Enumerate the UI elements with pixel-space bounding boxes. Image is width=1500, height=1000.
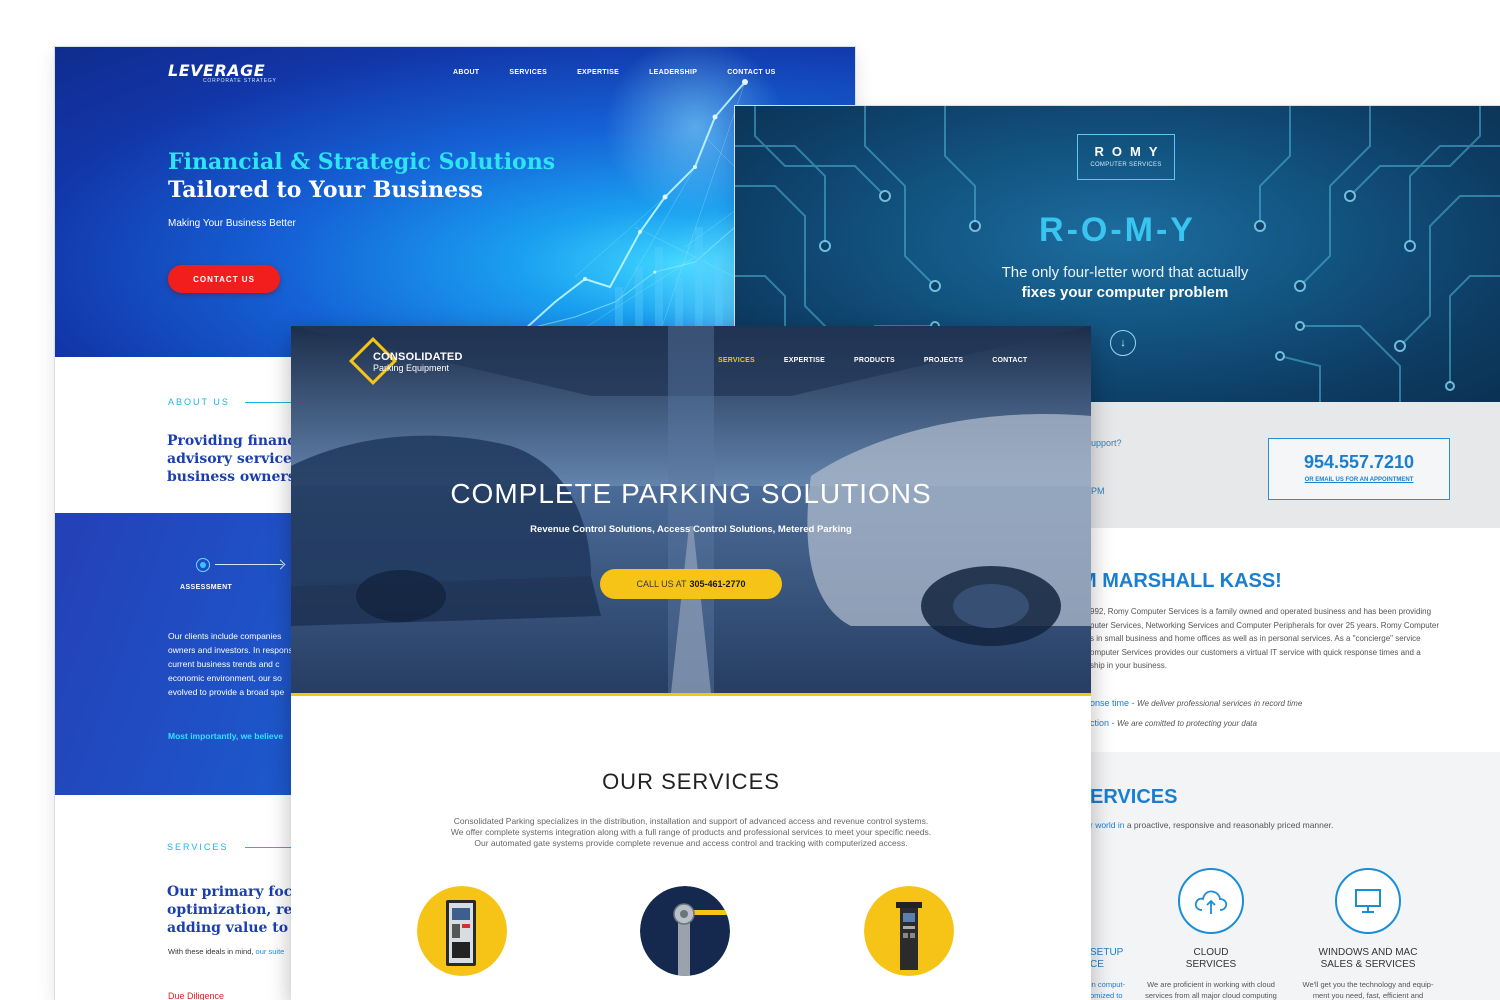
call-us-button[interactable]: CALL US AT 305-461-2770 bbox=[600, 569, 782, 599]
phone-box[interactable]: 954.557.7210 OR EMAIL US FOR AN APPOINTM… bbox=[1268, 438, 1450, 500]
feature-label: ction - bbox=[1090, 718, 1118, 728]
email-appointment-link[interactable]: OR EMAIL US FOR AN APPOINTMENT bbox=[1269, 477, 1449, 483]
leverage-logo-subtitle: CORPORATE STRATEGY bbox=[203, 78, 277, 84]
intro-heading: M MARSHALL KASS! bbox=[1080, 570, 1282, 592]
nav-item-services[interactable]: SERVICES bbox=[509, 69, 547, 76]
nav-item-contact[interactable]: CONTACT bbox=[992, 357, 1027, 364]
phone-number[interactable]: 954.557.7210 bbox=[1269, 452, 1449, 473]
call-us-phone: 305-461-2770 bbox=[689, 579, 746, 589]
pay-station-icon[interactable] bbox=[417, 886, 507, 976]
romy-tagline-2: fixes your computer problem bbox=[1021, 284, 1229, 301]
feature-desc: We deliver professional services in reco… bbox=[1137, 699, 1303, 708]
romy-logo[interactable]: ROMY COMPUTER SERVICES bbox=[1077, 134, 1175, 180]
romy-services-heading: ERVICES bbox=[1090, 786, 1178, 808]
intro-paragraph: 992, Romy Computer Services is a family … bbox=[1090, 607, 1440, 670]
gate-arm-icon[interactable] bbox=[640, 886, 730, 976]
consolidated-hero: CONSOLIDATED Parking Equipment SERVICES … bbox=[291, 326, 1091, 693]
feature-desc: We are comitted to protecting your data bbox=[1117, 719, 1257, 728]
consolidated-logo-subtitle: Parking Equipment bbox=[373, 363, 450, 373]
nav-item-products[interactable]: PRODUCTS bbox=[854, 357, 895, 364]
service-windows-mac-desc: We'll get you the technology and equip- … bbox=[1302, 980, 1434, 1000]
our-services-description: Consolidated Parking specializes in the … bbox=[450, 816, 932, 848]
chevron-down-icon[interactable]: ↓ bbox=[1110, 330, 1136, 356]
consolidated-nav: SERVICES EXPERTISE PRODUCTS PROJECTS CON… bbox=[718, 357, 1056, 364]
ideals-text-main: With these ideals in mind, bbox=[168, 947, 254, 956]
service-setup-desc: in comput- omized to bbox=[1090, 980, 1126, 1000]
hero-title-line-1: Financial & Strategic Solutions bbox=[168, 149, 556, 175]
romy-hero-title: R-O-M-Y bbox=[1039, 211, 1196, 249]
services-sub-link[interactable]: r world in bbox=[1090, 820, 1124, 830]
monitor-icon[interactable] bbox=[1335, 868, 1401, 934]
romy-tagline-1: The only four-letter word that actually bbox=[1001, 264, 1249, 281]
step-dot-icon bbox=[196, 558, 210, 572]
nav-item-projects[interactable]: PROJECTS bbox=[924, 357, 963, 364]
romy-logo-subtitle: COMPUTER SERVICES bbox=[1090, 162, 1162, 168]
divider bbox=[291, 693, 1091, 696]
service-setup-label: SETUP CE bbox=[1090, 947, 1124, 970]
ideals-link[interactable]: our suite bbox=[253, 947, 285, 956]
portfolio-showcase: LEVERAGE CORPORATE STRATEGY ABOUT SERVIC… bbox=[0, 0, 1500, 1000]
leverage-nav: ABOUT SERVICES EXPERTISE LEADERSHIP CONT… bbox=[453, 69, 806, 76]
feature-protection: ction - We are comitted to protecting yo… bbox=[1090, 718, 1257, 728]
services-label: SERVICES bbox=[167, 842, 229, 852]
support-text: upport? bbox=[1091, 438, 1122, 448]
parking-meter-icon[interactable] bbox=[864, 886, 954, 976]
consolidated-website: CONSOLIDATED Parking Equipment SERVICES … bbox=[291, 326, 1091, 1000]
feature-label: onse time - bbox=[1090, 698, 1138, 708]
arrow-right-icon bbox=[215, 564, 283, 565]
step-assessment-label: ASSESSMENT bbox=[180, 584, 233, 591]
consolidated-hero-subtitle: Revenue Control Solutions, Access Contro… bbox=[530, 524, 852, 535]
about-us-label: ABOUT US bbox=[168, 397, 230, 407]
cloud-upload-icon[interactable] bbox=[1178, 868, 1244, 934]
service-windows-mac-label: WINDOWS AND MAC SALES & SERVICES bbox=[1318, 947, 1418, 970]
service-cloud-desc: We are proficient in working with cloud … bbox=[1145, 980, 1277, 1000]
services-sub-text: a proactive, responsive and reasonably p… bbox=[1124, 820, 1334, 830]
consolidated-logo-title[interactable]: CONSOLIDATED bbox=[373, 351, 463, 363]
hero-title-line-2: Tailored to Your Business bbox=[168, 177, 483, 203]
hero-subtitle: Making Your Business Better bbox=[168, 218, 296, 229]
our-services-heading: OUR SERVICES bbox=[602, 769, 780, 794]
feature-response-time: onse time - We deliver professional serv… bbox=[1090, 698, 1302, 708]
romy-logo-title: ROMY bbox=[1094, 144, 1166, 159]
romy-services-subtitle: r world in a proactive, responsive and r… bbox=[1090, 820, 1333, 830]
service-cloud-label: CLOUD SERVICES bbox=[1185, 947, 1237, 970]
nav-item-expertise[interactable]: EXPERTISE bbox=[784, 357, 825, 364]
importantly-text: Most importantly, we believe bbox=[168, 731, 284, 741]
clients-paragraph: Our clients include companies owners and… bbox=[168, 631, 293, 697]
nav-item-services[interactable]: SERVICES bbox=[718, 357, 755, 364]
ideals-text: With these ideals in mind, our suite bbox=[168, 947, 292, 956]
contact-us-button[interactable]: CONTACT US bbox=[168, 265, 280, 293]
nav-item-about[interactable]: ABOUT bbox=[453, 69, 479, 76]
nav-item-expertise[interactable]: EXPERTISE bbox=[577, 69, 619, 76]
nav-item-leadership[interactable]: LEADERSHIP bbox=[649, 69, 697, 76]
nav-item-contact-us[interactable]: CONTACT US bbox=[727, 69, 775, 76]
due-diligence-link[interactable]: Due Diligence bbox=[168, 991, 224, 1000]
consolidated-hero-title: COMPLETE PARKING SOLUTIONS bbox=[450, 478, 932, 509]
call-us-label: CALL US AT bbox=[636, 579, 687, 589]
hours-text: PM bbox=[1091, 486, 1105, 496]
services-heading: Our primary focus optimization, re addin… bbox=[167, 884, 291, 936]
